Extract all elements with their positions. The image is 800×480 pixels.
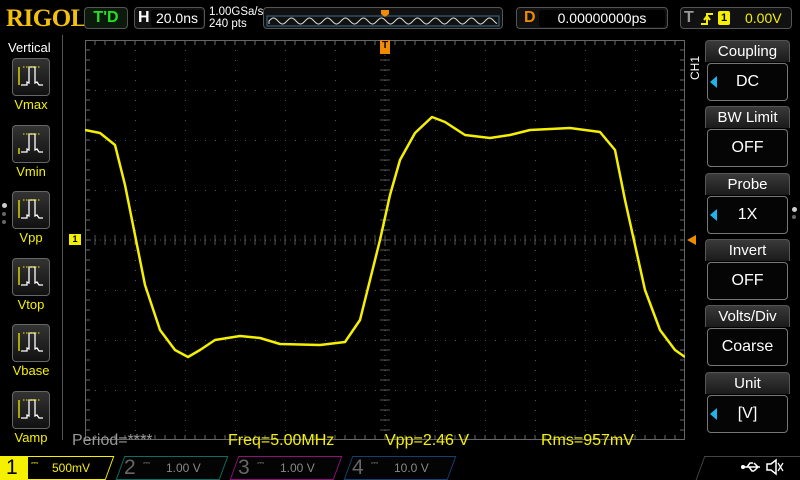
- menu-volts-div-button[interactable]: Coarse: [707, 328, 788, 367]
- measure-label: Vtop: [17, 296, 45, 312]
- measurement-freq: Freq=5.00MHz: [228, 432, 335, 449]
- trigger-level-marker[interactable]: [687, 235, 696, 245]
- measure-label: Vmin: [16, 163, 46, 179]
- channel-label: CH1: [688, 56, 702, 81]
- sample-rate: 1.00GSa/s: [209, 6, 264, 18]
- memory-overview[interactable]: [263, 7, 503, 29]
- measure-label: Vbase: [12, 363, 50, 378]
- trigger-label: T: [684, 9, 694, 26]
- menu-bw-limit-button[interactable]: OFF: [707, 129, 788, 168]
- measure-vamp-button[interactable]: [12, 390, 50, 429]
- trigger-level: 0.00V: [745, 10, 782, 26]
- measurement-vpp: Vpp=2.46 V: [385, 432, 470, 449]
- channel-scale: 500mV: [52, 461, 91, 475]
- menu-bw-limit-title: BW Limit: [705, 106, 790, 129]
- channel-number: 1: [6, 456, 18, 479]
- delay-box[interactable]: D 0.00000000ps: [516, 7, 668, 29]
- measure-label: Vamp: [14, 429, 48, 445]
- menu-probe-title: Probe: [705, 172, 790, 195]
- menu-value: 1X: [737, 205, 758, 223]
- dc-coupling-icon: ⎓: [31, 458, 39, 468]
- menu-value: [V]: [737, 404, 758, 422]
- channel-1-tab[interactable]: 1 ⎓ 500mV: [0, 456, 115, 480]
- delay-label: D: [524, 9, 536, 26]
- channel-number: 4: [352, 456, 364, 479]
- menu-volts-div-title: Volts/Div: [705, 305, 790, 328]
- vpp-icon: [18, 199, 43, 219]
- rising-edge-icon: [701, 13, 713, 25]
- vmin-icon: [18, 132, 43, 154]
- right-page-indicator: [792, 207, 797, 219]
- run-status-button[interactable]: T'D: [84, 7, 128, 29]
- menu-value: Coarse: [721, 338, 774, 356]
- vamp-icon: [18, 398, 43, 419]
- menu-coupling-button[interactable]: DC: [707, 63, 788, 101]
- channel-number: 2: [124, 456, 136, 479]
- vbase-icon: [18, 332, 43, 352]
- waveform-display[interactable]: [85, 40, 685, 440]
- measure-vmin-button[interactable]: [12, 124, 50, 163]
- measurement-period: Period=****: [72, 432, 153, 449]
- measurement-rms: Rms=957mV: [541, 432, 634, 449]
- vmax-icon: [18, 66, 43, 86]
- page-indicator: [2, 203, 7, 224]
- dc-coupling-icon: ⎓: [371, 458, 379, 468]
- menu-invert-button[interactable]: OFF: [707, 261, 788, 300]
- vtop-icon: [18, 265, 43, 286]
- arrow-left-icon: [710, 407, 717, 420]
- channel-2-tab[interactable]: 2 ⎓ 1.00 V: [114, 456, 229, 480]
- memory-depth: 240 pts: [209, 18, 247, 30]
- timebase-value: 20.0ns: [151, 10, 203, 27]
- menu-value: OFF: [731, 139, 764, 157]
- measure-vpp-button[interactable]: [12, 191, 50, 229]
- usb-icon: [741, 462, 760, 472]
- measure-label: Vmax: [14, 97, 48, 112]
- measure-label: Vpp: [19, 230, 43, 245]
- rigol-logo: RIGOL: [6, 5, 87, 32]
- trigger-box[interactable]: T 1 0.00V: [680, 7, 792, 29]
- channel-3-tab[interactable]: 3 ⎓ 1.00 V: [228, 456, 343, 480]
- timebase-label: H: [138, 9, 150, 26]
- measure-vbase-button[interactable]: [12, 324, 50, 362]
- delay-value: 0.00000000ps: [539, 10, 665, 27]
- timebase-box[interactable]: H 20.0ns: [134, 7, 205, 29]
- menu-unit-button[interactable]: [V]: [707, 394, 788, 433]
- speaker-muted-icon[interactable]: [764, 457, 784, 477]
- menu-probe-button[interactable]: 1X: [707, 195, 788, 234]
- measure-vmax-button[interactable]: [12, 58, 50, 96]
- dc-coupling-icon: ⎓: [143, 458, 151, 468]
- left-menu-title: Vertical: [8, 40, 51, 55]
- arrow-left-icon: [710, 76, 717, 88]
- menu-invert-title: Invert: [705, 238, 790, 261]
- measure-vtop-button[interactable]: [12, 257, 50, 296]
- ch1-offset-marker[interactable]: 1: [69, 234, 81, 245]
- dc-coupling-icon: ⎓: [257, 458, 265, 468]
- trigger-position-marker[interactable]: T: [380, 40, 390, 54]
- arrow-left-icon: [710, 208, 717, 221]
- trigger-source: 1: [718, 11, 730, 25]
- menu-unit-title: Unit: [705, 371, 790, 394]
- menu-value: OFF: [731, 271, 764, 289]
- menu-coupling-title: Coupling: [705, 40, 790, 62]
- menu-value: DC: [735, 73, 760, 90]
- acquisition-info: 1.00GSa/s 240 pts: [209, 6, 263, 30]
- channel-number: 3: [238, 456, 250, 479]
- channel-4-tab[interactable]: 4 ⎓ 10.0 V: [342, 456, 457, 480]
- channel-scale: 10.0 V: [394, 461, 429, 475]
- overview-waveform: [266, 10, 500, 27]
- channel-scale: 1.00 V: [280, 461, 315, 475]
- channel-scale: 1.00 V: [166, 461, 201, 475]
